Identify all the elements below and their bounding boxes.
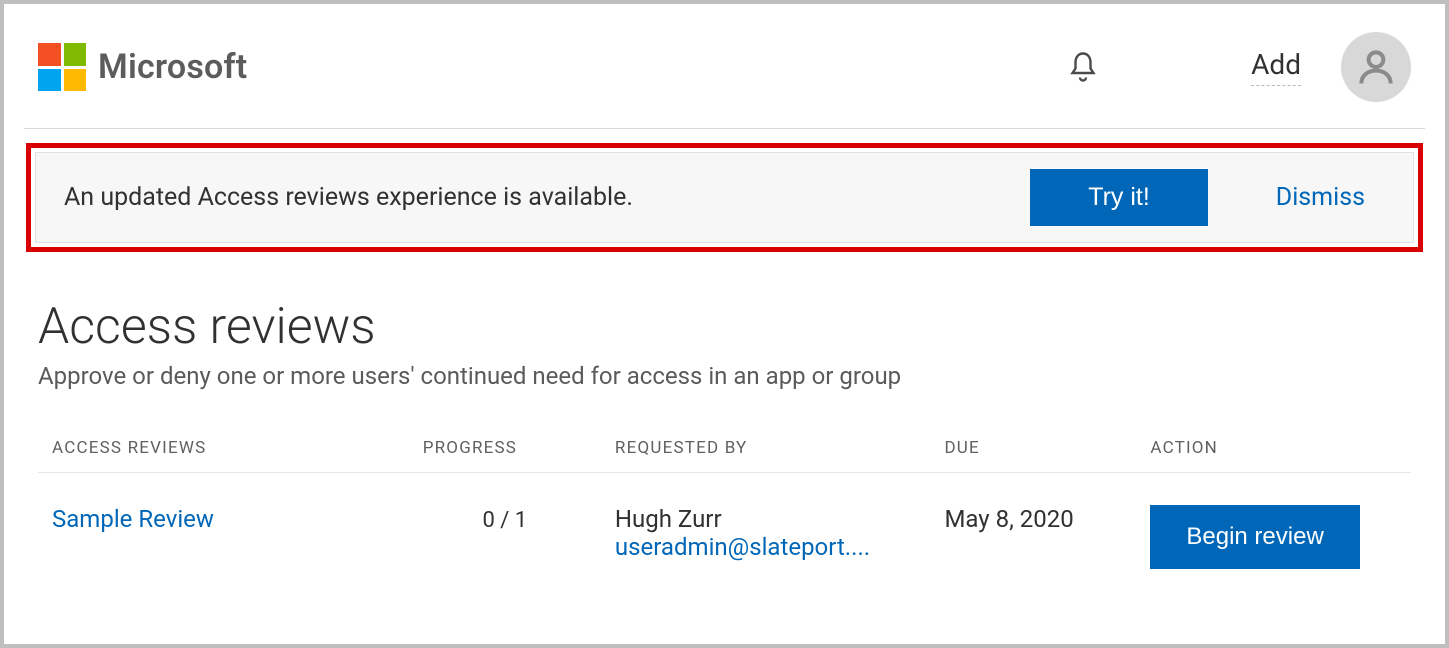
- try-it-button[interactable]: Try it!: [1030, 169, 1208, 226]
- banner-message: An updated Access reviews experience is …: [64, 183, 633, 212]
- user-icon: [1354, 45, 1398, 89]
- col-header-name[interactable]: ACCESS REVIEWS: [38, 438, 409, 473]
- review-due-date: May 8, 2020: [944, 505, 1073, 533]
- bell-icon: [1065, 49, 1101, 85]
- review-progress: 0 / 1: [482, 508, 527, 533]
- col-header-action[interactable]: ACTION: [1136, 438, 1411, 473]
- col-header-due[interactable]: DUE: [930, 438, 1136, 473]
- dismiss-link[interactable]: Dismiss: [1276, 183, 1365, 212]
- requested-by-email[interactable]: useradmin@slateport....: [615, 533, 931, 561]
- review-name-link[interactable]: Sample Review: [52, 505, 214, 533]
- requested-by-name: Hugh Zurr: [615, 505, 722, 533]
- user-avatar[interactable]: [1341, 32, 1411, 102]
- page-subtitle: Approve or deny one or more users' conti…: [38, 362, 1411, 390]
- page-header: Microsoft Add: [4, 4, 1445, 120]
- col-header-requested[interactable]: REQUESTED BY: [601, 438, 931, 473]
- microsoft-logo-text: Microsoft: [98, 47, 247, 87]
- notifications-button[interactable]: [1065, 49, 1101, 85]
- main-content: Access reviews Approve or deny one or mo…: [4, 252, 1445, 569]
- app-frame: Microsoft Add An updated Access reviews …: [0, 0, 1449, 648]
- add-link[interactable]: Add: [1251, 48, 1301, 86]
- microsoft-logo-icon: [38, 43, 86, 91]
- banner-actions: Try it! Dismiss: [1030, 169, 1385, 226]
- access-reviews-table: ACCESS REVIEWS PROGRESS REQUESTED BY DUE…: [38, 438, 1411, 569]
- table-row: Sample Review 0 / 1 Hugh Zurr useradmin@…: [38, 473, 1411, 570]
- table-header-row: ACCESS REVIEWS PROGRESS REQUESTED BY DUE…: [38, 438, 1411, 473]
- col-header-progress[interactable]: PROGRESS: [409, 438, 601, 473]
- page-title: Access reviews: [38, 298, 1411, 356]
- banner-highlight: An updated Access reviews experience is …: [26, 143, 1423, 252]
- update-banner: An updated Access reviews experience is …: [35, 152, 1414, 243]
- header-actions: Add: [1065, 32, 1411, 102]
- header-divider: [24, 128, 1425, 129]
- microsoft-logo[interactable]: Microsoft: [38, 43, 247, 91]
- begin-review-button[interactable]: Begin review: [1150, 505, 1359, 569]
